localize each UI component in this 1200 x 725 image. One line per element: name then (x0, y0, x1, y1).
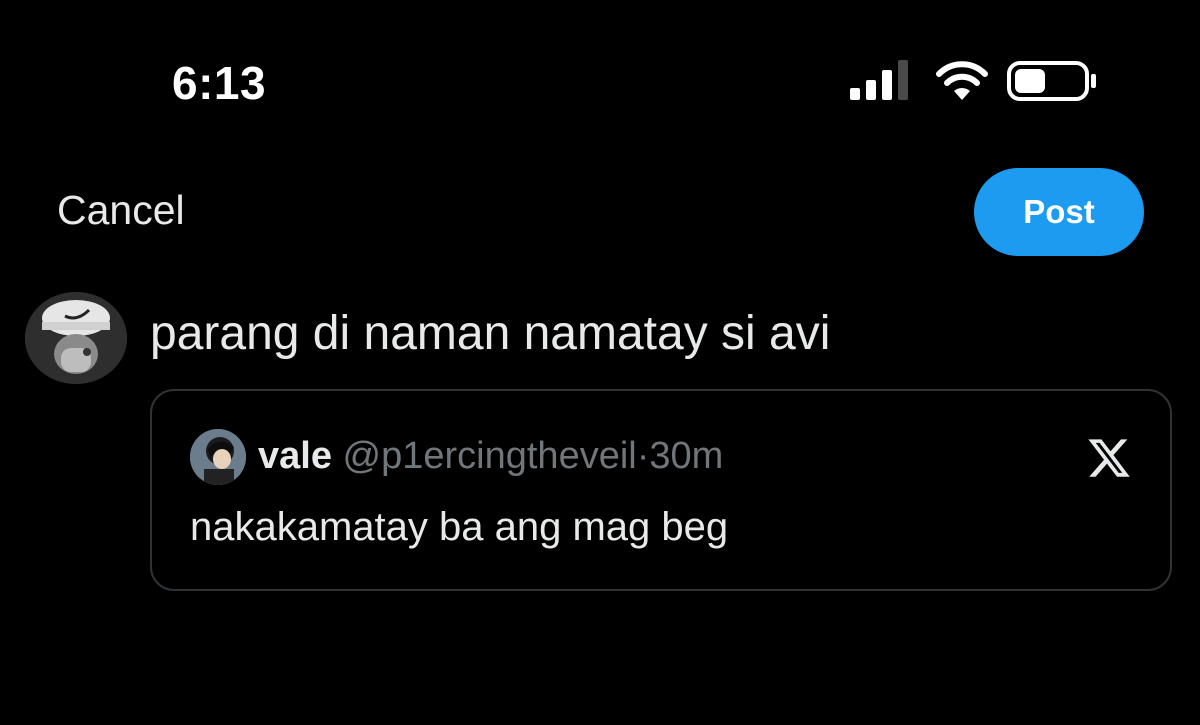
quote-avatar-image (190, 429, 246, 485)
quote-meta: vale @p1ercingtheveil·30m (258, 435, 723, 478)
quote-avatar (190, 429, 246, 485)
quoted-post[interactable]: vale @p1ercingtheveil·30m nakakamatay ba… (150, 389, 1172, 591)
status-bar: 6:13 (0, 0, 1200, 150)
avatar[interactable] (25, 292, 127, 384)
compose-text-input[interactable]: parang di naman namatay si avi (150, 306, 830, 361)
status-icons (850, 60, 1100, 104)
quote-timestamp: 30m (649, 435, 724, 477)
post-button[interactable]: Post (974, 168, 1144, 256)
quote-text: nakakamatay ba ang mag beg (190, 505, 729, 549)
signal-icon (850, 60, 908, 100)
wifi-icon (936, 61, 988, 100)
compose-header: Cancel Post (0, 165, 1200, 260)
compose-screen: 6:13 Cancel Post parang di naman namatay… (0, 0, 1200, 725)
cancel-button[interactable]: Cancel (57, 187, 185, 234)
battery-icon (1007, 61, 1096, 101)
quote-author-name[interactable]: vale (258, 435, 332, 477)
quote-separator: · (636, 435, 650, 477)
status-time: 6:13 (172, 57, 267, 109)
x-logo-icon (1088, 439, 1130, 477)
quote-author-handle[interactable]: @p1ercingtheveil (343, 435, 637, 477)
avatar-image (25, 292, 127, 384)
